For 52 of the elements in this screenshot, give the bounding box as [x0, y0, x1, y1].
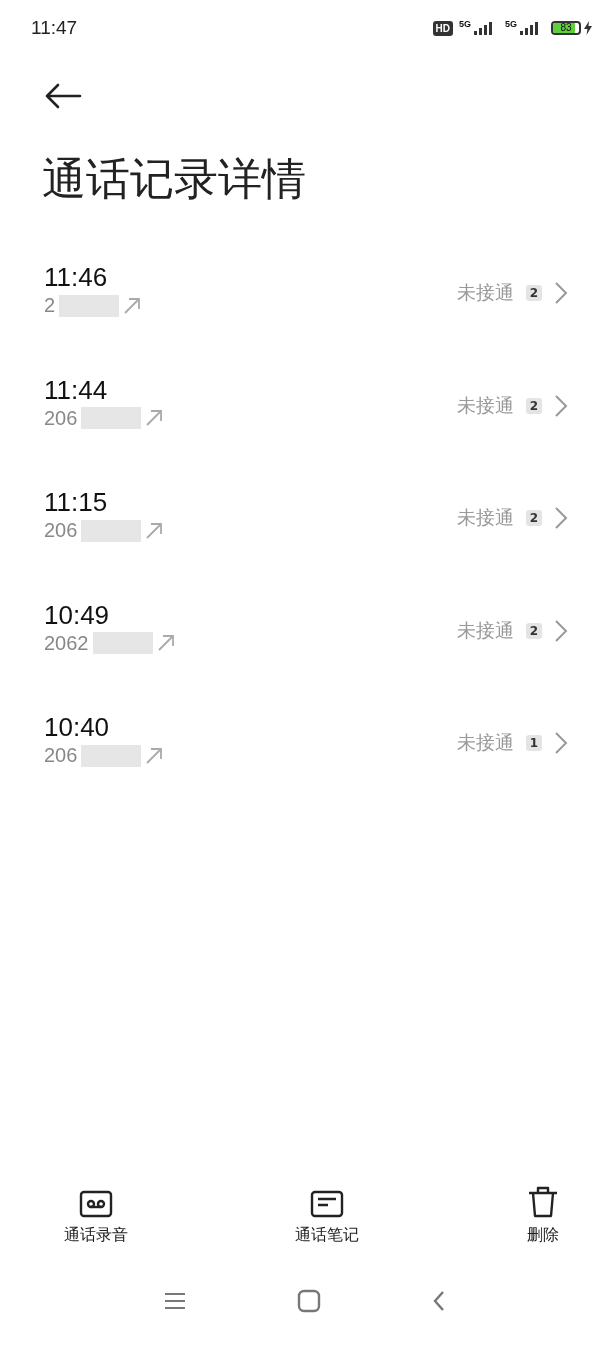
call-count: 2 [525, 622, 542, 639]
call-time: 11:46 [44, 261, 109, 294]
call-time: 11:15 [44, 486, 109, 519]
chevron-right-icon[interactable] [554, 393, 568, 418]
home-square-icon[interactable] [297, 1289, 321, 1313]
network-type: 5G [505, 18, 517, 29]
chevron-right-icon[interactable] [554, 506, 568, 530]
call-count: 2 [525, 510, 542, 526]
call-time: 10:49 [44, 598, 111, 632]
chevron-right-icon[interactable] [554, 731, 568, 755]
redaction-blur [81, 744, 142, 767]
outgoing-arrow-icon [145, 746, 164, 765]
phone-number: 206 [44, 406, 78, 430]
call-count: 2 [525, 397, 542, 414]
phone-number: 2 [44, 294, 56, 317]
back-icon[interactable] [431, 1289, 447, 1313]
charging-icon [584, 21, 592, 35]
call-status: 未接通 [456, 730, 514, 755]
call-status: 未接通 [456, 617, 514, 643]
call-time: 11:44 [44, 373, 109, 407]
call-count: 1 [525, 735, 542, 751]
call-status: 未接通 [456, 505, 514, 530]
redaction-blur [81, 407, 142, 429]
status-time: 11:47 [31, 17, 78, 39]
menu-icon[interactable] [163, 1291, 187, 1311]
call-time: 10:40 [44, 711, 111, 744]
call-status: 未接通 [456, 280, 514, 305]
note-icon [310, 1189, 344, 1219]
redaction-blur [59, 294, 120, 317]
hd-voice-icon: HD [432, 20, 453, 36]
notes-button[interactable]: 通话笔记 [295, 1189, 359, 1246]
page-title: 通话记录详情 [42, 152, 307, 206]
network-type: 5G [458, 18, 471, 29]
recording-button[interactable]: 通话录音 [64, 1189, 128, 1246]
outgoing-arrow-icon [145, 521, 164, 540]
redaction-blur [92, 632, 153, 654]
chevron-right-icon[interactable] [554, 618, 568, 643]
delete-button[interactable]: 删除 [526, 1185, 560, 1246]
call-count: 2 [525, 285, 542, 301]
redaction-blur [81, 519, 142, 542]
outgoing-arrow-icon [156, 634, 175, 652]
battery-percent: 83 [559, 23, 573, 33]
tape-icon [79, 1189, 113, 1219]
back-arrow-icon[interactable] [44, 82, 82, 110]
trash-icon [526, 1185, 560, 1219]
outgoing-arrow-icon [123, 296, 142, 315]
outgoing-arrow-icon [145, 409, 164, 427]
phone-number: 206 [44, 744, 78, 767]
phone-number: 2062 [44, 631, 89, 655]
call-status: 未接通 [456, 392, 514, 418]
chevron-right-icon[interactable] [554, 281, 568, 305]
phone-number: 206 [44, 519, 78, 542]
